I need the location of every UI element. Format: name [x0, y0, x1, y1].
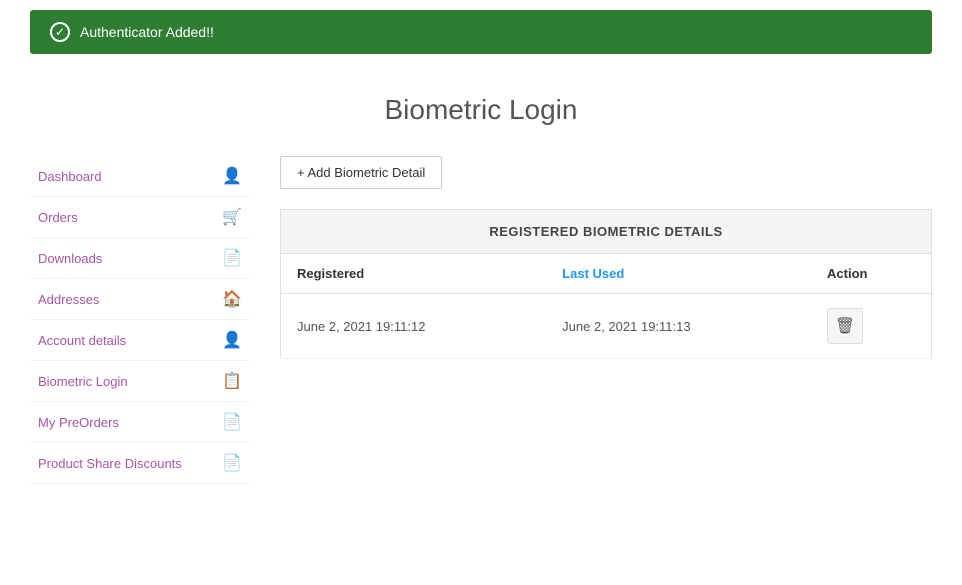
content-area: + Add Biometric Detail REGISTERED BIOMET… — [280, 156, 932, 484]
sidebar-icon-downloads: 📄 — [222, 248, 242, 268]
table-row: June 2, 2021 19:11:12June 2, 2021 19:11:… — [281, 294, 932, 359]
add-biometric-button[interactable]: + Add Biometric Detail — [280, 156, 442, 189]
sidebar-item-biometric-login[interactable]: Biometric Login 📋 — [30, 361, 250, 402]
sidebar-label-biometric-login: Biometric Login — [38, 374, 128, 389]
sidebar-label-account-details: Account details — [38, 333, 126, 348]
cell-last-used-0: June 2, 2021 19:11:13 — [546, 294, 811, 359]
add-biometric-label: + Add Biometric Detail — [297, 165, 425, 180]
sidebar-icon-my-preorders: 📄 — [222, 412, 242, 432]
sidebar-icon-biometric-login: 📋 — [222, 371, 242, 391]
table-column-headers: Registered Last Used Action — [281, 254, 932, 294]
sidebar-item-my-preorders[interactable]: My PreOrders 📄 — [30, 402, 250, 443]
success-message: Authenticator Added!! — [80, 24, 214, 40]
sidebar-icon-dashboard: 👤 — [222, 166, 242, 186]
sidebar-item-addresses[interactable]: Addresses 🏠 — [30, 279, 250, 320]
table-section-header-row: REGISTERED BIOMETRIC DETAILS — [281, 210, 932, 254]
sidebar-icon-addresses: 🏠 — [222, 289, 242, 309]
sidebar: Dashboard 👤 Orders 🛒 Downloads 📄 Addresses 🏠 Acc… — [30, 156, 250, 484]
page-title-area: Biometric Login — [0, 64, 962, 146]
sidebar-label-dashboard: Dashboard — [38, 169, 102, 184]
sidebar-label-my-preorders: My PreOrders — [38, 415, 119, 430]
table-section-title: REGISTERED BIOMETRIC DETAILS — [281, 210, 932, 254]
cell-registered-0: June 2, 2021 19:11:12 — [281, 294, 547, 359]
biometric-table: REGISTERED BIOMETRIC DETAILS Registered … — [280, 209, 932, 359]
col-header-registered: Registered — [281, 254, 547, 294]
main-layout: Dashboard 👤 Orders 🛒 Downloads 📄 Addresses 🏠 Acc… — [0, 146, 962, 514]
page-title: Biometric Login — [0, 94, 962, 126]
sidebar-label-product-share-discounts: Product Share Discounts — [38, 456, 182, 471]
success-icon: ✓ — [50, 22, 70, 42]
sidebar-icon-orders: 🛒 — [222, 207, 242, 227]
sidebar-label-addresses: Addresses — [38, 292, 99, 307]
sidebar-icon-account-details: 👤 — [222, 330, 242, 350]
col-header-action: Action — [811, 254, 931, 294]
sidebar-item-product-share-discounts[interactable]: Product Share Discounts 📄 — [30, 443, 250, 484]
sidebar-label-orders: Orders — [38, 210, 78, 225]
cell-action-0: 🗑 — [811, 294, 931, 359]
sidebar-item-dashboard[interactable]: Dashboard 👤 — [30, 156, 250, 197]
sidebar-item-orders[interactable]: Orders 🛒 — [30, 197, 250, 238]
col-header-last-used: Last Used — [546, 254, 811, 294]
sidebar-item-downloads[interactable]: Downloads 📄 — [30, 238, 250, 279]
delete-button-0[interactable]: 🗑 — [827, 308, 863, 344]
sidebar-item-account-details[interactable]: Account details 👤 — [30, 320, 250, 361]
success-banner: ✓ Authenticator Added!! — [30, 10, 932, 54]
sidebar-icon-product-share-discounts: 📄 — [222, 453, 242, 473]
sidebar-label-downloads: Downloads — [38, 251, 102, 266]
